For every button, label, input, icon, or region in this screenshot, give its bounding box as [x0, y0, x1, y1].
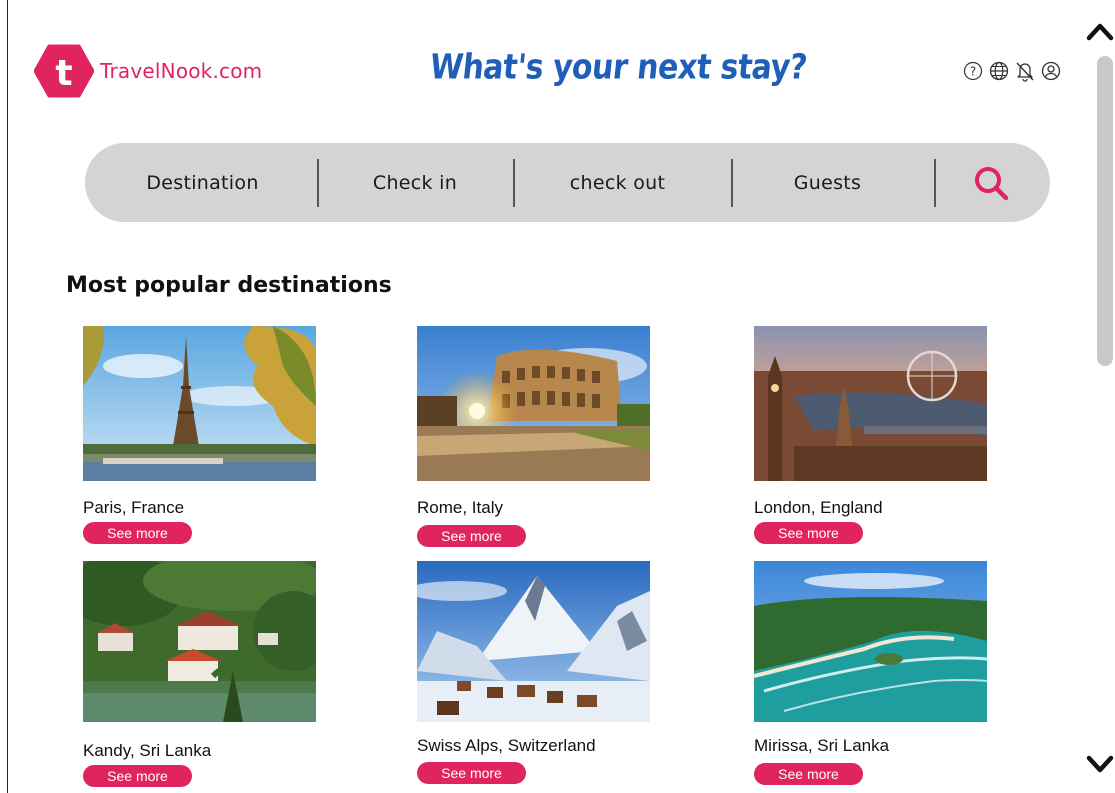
destination-name: Mirissa, Sri Lanka — [754, 736, 890, 755]
destination-image-london[interactable] — [754, 326, 987, 481]
destination-image-kandy[interactable] — [83, 561, 316, 722]
divider — [934, 159, 936, 207]
destination-name: Rome, Italy — [417, 498, 503, 517]
page-tagline: What's your next stay? — [427, 47, 809, 88]
divider — [513, 159, 515, 207]
globe-icon[interactable] — [988, 60, 1010, 82]
destination-image-rome[interactable] — [417, 326, 650, 481]
destination-field[interactable]: Destination — [105, 143, 300, 222]
scrollbar-thumb[interactable] — [1097, 56, 1113, 366]
guests-field[interactable]: Guests — [750, 143, 905, 222]
search-button[interactable] — [969, 161, 1013, 205]
svg-text:?: ? — [970, 65, 976, 79]
brand-name: TravelNook.com — [100, 59, 263, 83]
see-more-button[interactable]: See more — [83, 522, 192, 544]
check-out-field[interactable]: check out — [530, 143, 705, 222]
destination-image-mirissa[interactable] — [754, 561, 987, 722]
brand-logo[interactable]: t TravelNook.com — [34, 44, 262, 98]
help-icon[interactable]: ? — [962, 60, 984, 82]
destination-name: Swiss Alps, Switzerland — [417, 736, 596, 755]
check-in-field[interactable]: Check in — [335, 143, 495, 222]
destination-name: Kandy, Sri Lanka — [83, 741, 212, 760]
see-more-button[interactable]: See more — [754, 522, 863, 544]
see-more-button[interactable]: See more — [417, 762, 526, 784]
search-icon — [975, 167, 1009, 201]
divider — [731, 159, 733, 207]
divider — [317, 159, 319, 207]
scroll-up-icon[interactable] — [1086, 18, 1114, 44]
search-bar: Destination Check in check out Guests — [85, 143, 1050, 222]
destination-image-paris[interactable] — [83, 326, 316, 481]
destination-image-swiss-alps[interactable] — [417, 561, 650, 722]
account-icon[interactable] — [1040, 60, 1062, 82]
logo-icon: t — [34, 44, 94, 98]
notifications-off-icon[interactable] — [1014, 60, 1036, 82]
see-more-button[interactable]: See more — [754, 763, 863, 785]
destination-name: London, England — [754, 498, 883, 517]
header-icon-bar: ? — [962, 60, 1062, 82]
section-title: Most popular destinations — [66, 273, 392, 298]
see-more-button[interactable]: See more — [83, 765, 192, 787]
see-more-button[interactable]: See more — [417, 525, 526, 547]
scroll-down-icon[interactable] — [1086, 752, 1114, 778]
svg-text:t: t — [55, 53, 72, 94]
destination-name: Paris, France — [83, 498, 185, 517]
window-left-border — [7, 0, 8, 793]
